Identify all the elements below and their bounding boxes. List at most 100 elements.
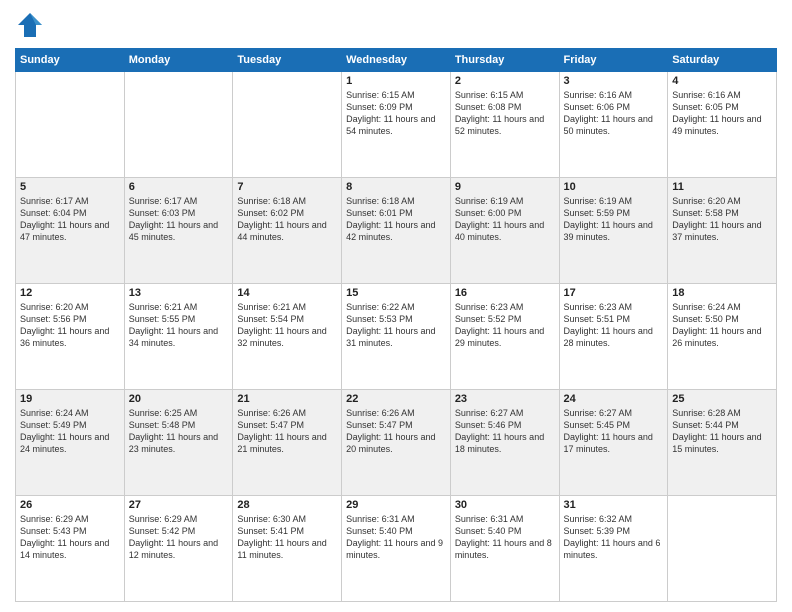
col-header-tuesday: Tuesday — [233, 49, 342, 72]
day-number: 5 — [20, 181, 120, 193]
day-number: 24 — [564, 393, 664, 405]
day-number: 4 — [672, 75, 772, 87]
day-number: 15 — [346, 287, 446, 299]
day-number: 6 — [129, 181, 229, 193]
header-row: SundayMondayTuesdayWednesdayThursdayFrid… — [16, 49, 777, 72]
day-cell: 19 Sunrise: 6:24 AM Sunset: 5:49 PM Dayli… — [16, 390, 125, 496]
day-number: 21 — [237, 393, 337, 405]
day-cell — [124, 72, 233, 178]
day-cell: 25Sunrise: 6:28 AM Sunset: 5:44 PM Dayli… — [668, 390, 777, 496]
day-cell: 21 Sunrise: 6:26 AM Sunset: 5:47 PM Dayli… — [233, 390, 342, 496]
day-cell: 28Sunrise: 6:30 AM Sunset: 5:41 PM Dayli… — [233, 496, 342, 602]
day-info: Sunrise: 6:29 AM Sunset: 5:42 PM Dayligh… — [129, 513, 229, 562]
day-info: Sunrise: 6:22 AM Sunset: 5:53 PM Dayligh… — [346, 301, 446, 350]
day-cell: 5Sunrise: 6:17 AM Sunset: 6:04 PM Daylig… — [16, 178, 125, 284]
day-number: 7 — [237, 181, 337, 193]
day-cell: 12 Sunrise: 6:20 AM Sunset: 5:56 PM Dayli… — [16, 284, 125, 390]
day-info: Sunrise: 6:18 AM Sunset: 6:02 PM Dayligh… — [237, 195, 337, 244]
day-info: Sunrise: 6:23 AM Sunset: 5:51 PM Dayligh… — [564, 301, 664, 350]
col-header-friday: Friday — [559, 49, 668, 72]
day-cell: 2 Sunrise: 6:15 AM Sunset: 6:08 PM Daylig… — [450, 72, 559, 178]
day-cell: 4 Sunrise: 6:16 AM Sunset: 6:05 PM Daylig… — [668, 72, 777, 178]
day-cell: 8 Sunrise: 6:18 AM Sunset: 6:01 PM Daylig… — [342, 178, 451, 284]
day-cell — [233, 72, 342, 178]
day-number: 3 — [564, 75, 664, 87]
day-cell: 6 Sunrise: 6:17 AM Sunset: 6:03 PM Daylig… — [124, 178, 233, 284]
day-cell: 7 Sunrise: 6:18 AM Sunset: 6:02 PM Daylig… — [233, 178, 342, 284]
day-info: Sunrise: 6:19 AM Sunset: 5:59 PM Dayligh… — [564, 195, 664, 244]
week-row-1: 1Sunrise: 6:15 AM Sunset: 6:09 PM Daylig… — [16, 72, 777, 178]
day-info: Sunrise: 6:23 AM Sunset: 5:52 PM Dayligh… — [455, 301, 555, 350]
day-cell: 22 Sunrise: 6:26 AM Sunset: 5:47 PM Dayli… — [342, 390, 451, 496]
day-cell: 27 Sunrise: 6:29 AM Sunset: 5:42 PM Dayli… — [124, 496, 233, 602]
page: SundayMondayTuesdayWednesdayThursdayFrid… — [0, 0, 792, 612]
day-number: 31 — [564, 499, 664, 511]
day-number: 26 — [20, 499, 120, 511]
day-info: Sunrise: 6:16 AM Sunset: 6:05 PM Dayligh… — [672, 89, 772, 138]
day-number: 23 — [455, 393, 555, 405]
day-info: Sunrise: 6:17 AM Sunset: 6:03 PM Dayligh… — [129, 195, 229, 244]
day-info: Sunrise: 6:32 AM Sunset: 5:39 PM Dayligh… — [564, 513, 664, 562]
day-cell: 3 Sunrise: 6:16 AM Sunset: 6:06 PM Daylig… — [559, 72, 668, 178]
day-info: Sunrise: 6:26 AM Sunset: 5:47 PM Dayligh… — [346, 407, 446, 456]
week-row-5: 26 Sunrise: 6:29 AM Sunset: 5:43 PM Dayli… — [16, 496, 777, 602]
day-cell: 23 Sunrise: 6:27 AM Sunset: 5:46 PM Dayli… — [450, 390, 559, 496]
day-number: 18 — [672, 287, 772, 299]
day-cell: 30 Sunrise: 6:31 AM Sunset: 5:40 PM Dayli… — [450, 496, 559, 602]
day-info: Sunrise: 6:19 AM Sunset: 6:00 PM Dayligh… — [455, 195, 555, 244]
day-info: Sunrise: 6:20 AM Sunset: 5:58 PM Dayligh… — [672, 195, 772, 244]
day-cell: 24 Sunrise: 6:27 AM Sunset: 5:45 PM Dayli… — [559, 390, 668, 496]
col-header-wednesday: Wednesday — [342, 49, 451, 72]
day-cell — [16, 72, 125, 178]
day-number: 29 — [346, 499, 446, 511]
day-cell: 29 Sunrise: 6:31 AM Sunset: 5:40 PM Dayli… — [342, 496, 451, 602]
day-number: 30 — [455, 499, 555, 511]
day-info: Sunrise: 6:31 AM Sunset: 5:40 PM Dayligh… — [346, 513, 446, 562]
day-cell: 26 Sunrise: 6:29 AM Sunset: 5:43 PM Dayli… — [16, 496, 125, 602]
day-number: 8 — [346, 181, 446, 193]
day-info: Sunrise: 6:27 AM Sunset: 5:45 PM Dayligh… — [564, 407, 664, 456]
day-info: Sunrise: 6:27 AM Sunset: 5:46 PM Dayligh… — [455, 407, 555, 456]
day-number: 2 — [455, 75, 555, 87]
day-info: Sunrise: 6:29 AM Sunset: 5:43 PM Dayligh… — [20, 513, 120, 562]
day-number: 28 — [237, 499, 337, 511]
day-number: 20 — [129, 393, 229, 405]
col-header-saturday: Saturday — [668, 49, 777, 72]
day-info: Sunrise: 6:21 AM Sunset: 5:54 PM Dayligh… — [237, 301, 337, 350]
day-info: Sunrise: 6:31 AM Sunset: 5:40 PM Dayligh… — [455, 513, 555, 562]
week-row-3: 12 Sunrise: 6:20 AM Sunset: 5:56 PM Dayli… — [16, 284, 777, 390]
day-cell: 11Sunrise: 6:20 AM Sunset: 5:58 PM Dayli… — [668, 178, 777, 284]
day-number: 22 — [346, 393, 446, 405]
header — [15, 10, 777, 40]
week-row-2: 5Sunrise: 6:17 AM Sunset: 6:04 PM Daylig… — [16, 178, 777, 284]
day-number: 14 — [237, 287, 337, 299]
day-number: 16 — [455, 287, 555, 299]
day-number: 9 — [455, 181, 555, 193]
day-cell — [668, 496, 777, 602]
col-header-sunday: Sunday — [16, 49, 125, 72]
day-cell: 13 Sunrise: 6:21 AM Sunset: 5:55 PM Dayli… — [124, 284, 233, 390]
day-info: Sunrise: 6:21 AM Sunset: 5:55 PM Dayligh… — [129, 301, 229, 350]
day-number: 10 — [564, 181, 664, 193]
day-info: Sunrise: 6:26 AM Sunset: 5:47 PM Dayligh… — [237, 407, 337, 456]
col-header-monday: Monday — [124, 49, 233, 72]
day-cell: 20 Sunrise: 6:25 AM Sunset: 5:48 PM Dayli… — [124, 390, 233, 496]
day-info: Sunrise: 6:16 AM Sunset: 6:06 PM Dayligh… — [564, 89, 664, 138]
day-number: 13 — [129, 287, 229, 299]
day-cell: 16 Sunrise: 6:23 AM Sunset: 5:52 PM Dayli… — [450, 284, 559, 390]
day-cell: 17Sunrise: 6:23 AM Sunset: 5:51 PM Dayli… — [559, 284, 668, 390]
day-info: Sunrise: 6:18 AM Sunset: 6:01 PM Dayligh… — [346, 195, 446, 244]
day-info: Sunrise: 6:24 AM Sunset: 5:49 PM Dayligh… — [20, 407, 120, 456]
day-info: Sunrise: 6:28 AM Sunset: 5:44 PM Dayligh… — [672, 407, 772, 456]
day-info: Sunrise: 6:15 AM Sunset: 6:08 PM Dayligh… — [455, 89, 555, 138]
calendar: SundayMondayTuesdayWednesdayThursdayFrid… — [15, 48, 777, 602]
day-cell: 14 Sunrise: 6:21 AM Sunset: 5:54 PM Dayli… — [233, 284, 342, 390]
day-number: 27 — [129, 499, 229, 511]
day-number: 19 — [20, 393, 120, 405]
day-info: Sunrise: 6:15 AM Sunset: 6:09 PM Dayligh… — [346, 89, 446, 138]
day-cell: 9 Sunrise: 6:19 AM Sunset: 6:00 PM Daylig… — [450, 178, 559, 284]
day-number: 12 — [20, 287, 120, 299]
day-info: Sunrise: 6:25 AM Sunset: 5:48 PM Dayligh… — [129, 407, 229, 456]
day-info: Sunrise: 6:20 AM Sunset: 5:56 PM Dayligh… — [20, 301, 120, 350]
day-cell: 18Sunrise: 6:24 AM Sunset: 5:50 PM Dayli… — [668, 284, 777, 390]
